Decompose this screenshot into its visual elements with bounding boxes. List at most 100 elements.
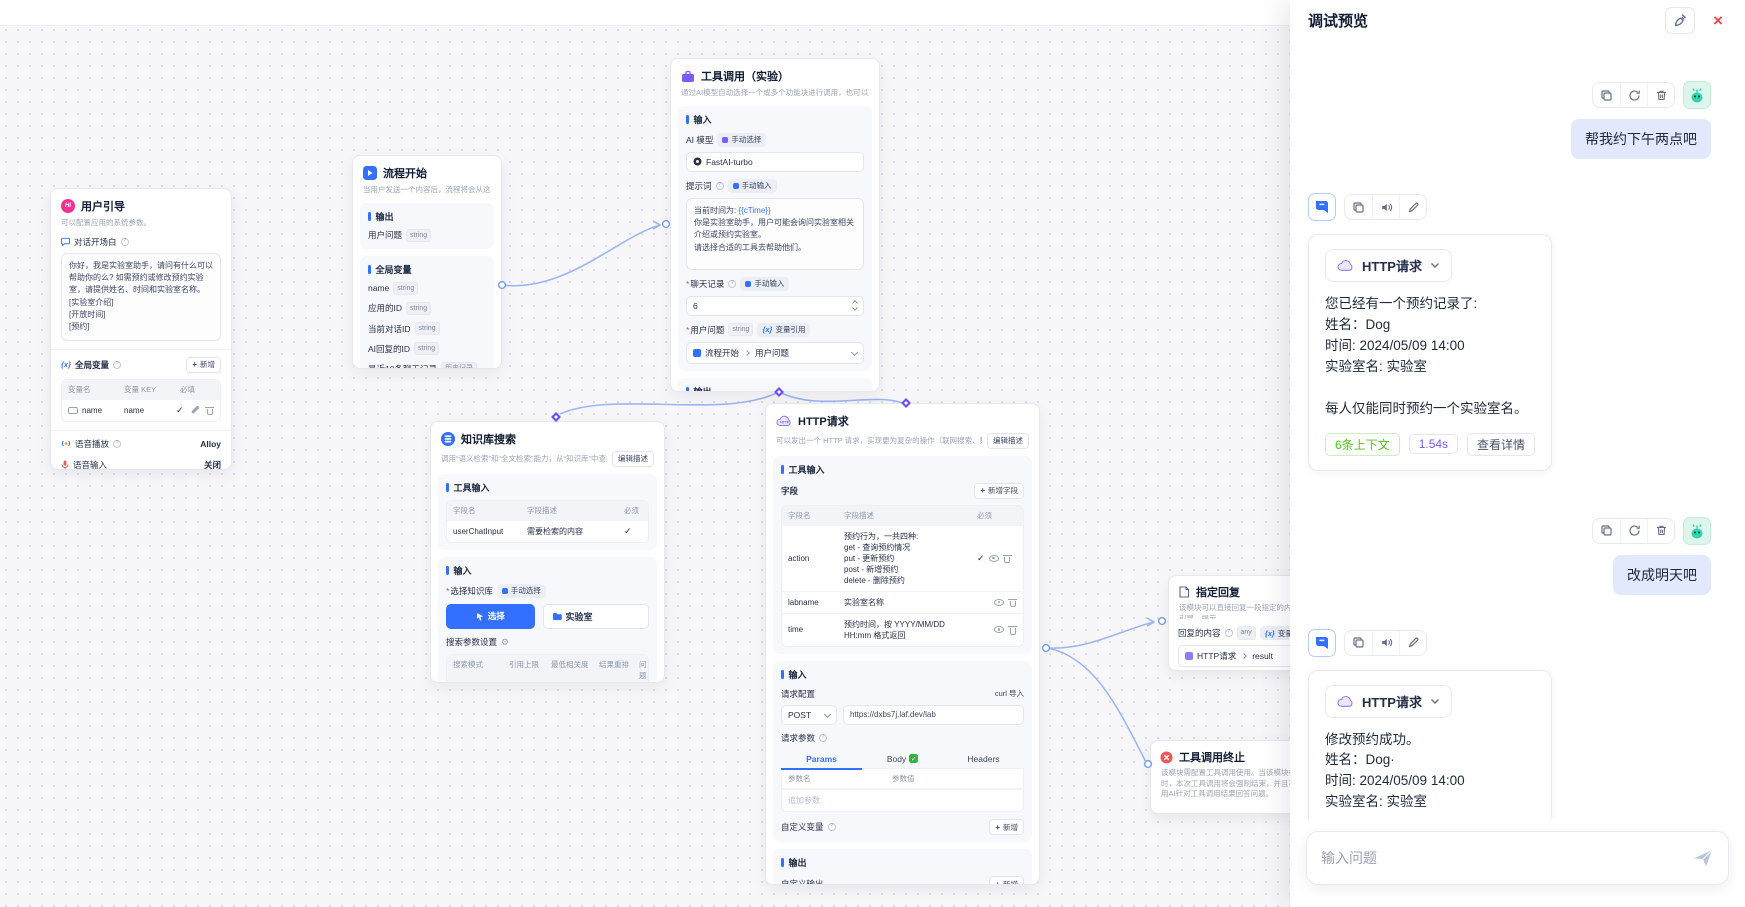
tts-play-button[interactable] bbox=[1372, 195, 1399, 219]
add-field-button[interactable]: 新增字段 bbox=[974, 483, 1024, 499]
edit-description-button[interactable]: 编辑描述 bbox=[987, 433, 1029, 449]
append-param-placeholder[interactable]: 追加参数 bbox=[782, 789, 1023, 811]
close-button[interactable] bbox=[1703, 7, 1733, 34]
user-message-bubble[interactable]: 帮我约下午两点吧 bbox=[1571, 119, 1711, 159]
delete-button[interactable] bbox=[1647, 519, 1674, 543]
node-tool-call[interactable]: 工具调用（实验） 通过AI模型自动选择一个或多个功能块进行调用，也可以对插件进行… bbox=[670, 58, 880, 392]
global-vars-row: {x} 全局变量 新增 bbox=[51, 357, 231, 373]
curl-import-button[interactable]: curl 导入 bbox=[995, 688, 1024, 699]
reply-content-label: 回复的内容 bbox=[1178, 627, 1221, 639]
input-type-icon bbox=[68, 407, 78, 414]
welcome-textarea[interactable]: 你好，我是实验室助手，请问有什么可以帮助你的么? 如需预约或修改预约实验室，请提… bbox=[61, 253, 221, 341]
node-user-guide[interactable]: 用户引导 可以配置应用的系统参数。 对话开场白 你好，我是实验室助手，请问有什么… bbox=[50, 188, 232, 470]
tts-play-button[interactable] bbox=[1372, 631, 1399, 655]
help-icon[interactable] bbox=[728, 280, 736, 288]
method-select[interactable]: POST bbox=[781, 705, 837, 725]
http-cloud-icon: HTTP bbox=[776, 415, 792, 427]
copy-button[interactable] bbox=[1593, 83, 1620, 107]
user-message-bubble[interactable]: 改成明天吧 bbox=[1613, 555, 1711, 595]
chat-history[interactable]: 帮我约下午两点吧 HTTP请求 您已经有一个预约记录了: 姓名：Dog 时间: … bbox=[1290, 41, 1745, 819]
manual-select-badge: 手动选择 bbox=[497, 584, 546, 598]
ai-avatar-icon bbox=[1313, 198, 1331, 216]
copy-button[interactable] bbox=[1345, 195, 1372, 219]
clear-history-button[interactable] bbox=[1665, 7, 1695, 34]
table-row[interactable]: action 预约行为，一共四种: get - 查询预约情况 put - 更新预… bbox=[782, 525, 1023, 591]
input-label: 输入 bbox=[781, 668, 1024, 681]
fields-table: 字段名 字段描述 必须 userChatInput 需要检索的内容 ✓ bbox=[446, 500, 649, 543]
input-section: 输入 AI 模型 手动选择 FastAI-turbo 提示词 手动输入 当前时间… bbox=[678, 106, 872, 371]
select-dataset-button[interactable]: 选择 bbox=[446, 604, 535, 629]
model-value: FastAI-turbo bbox=[706, 157, 753, 167]
history-count-input[interactable]: 6 bbox=[686, 296, 864, 316]
custom-output-row: 自定义输出 新增 bbox=[781, 876, 1024, 885]
delete-icon[interactable] bbox=[205, 405, 214, 415]
add-custom-var-button[interactable]: 新增 bbox=[989, 819, 1024, 835]
help-icon[interactable] bbox=[819, 734, 827, 742]
sound-icon bbox=[1380, 636, 1393, 649]
delete-icon[interactable] bbox=[1003, 553, 1012, 563]
method-value: POST bbox=[788, 710, 811, 720]
pencil-icon bbox=[1407, 201, 1420, 214]
help-icon[interactable] bbox=[716, 182, 724, 190]
table-row[interactable]: time 预约时间，按 YYYY/MM/DD HH:mm 格式返回 bbox=[782, 613, 1023, 646]
eye-icon[interactable] bbox=[989, 555, 999, 562]
eye-icon[interactable] bbox=[994, 599, 1004, 606]
copy-button[interactable] bbox=[1593, 519, 1620, 543]
tool-input-label: 工具输入 bbox=[446, 481, 649, 494]
edit-icon[interactable] bbox=[192, 406, 201, 415]
edit-description-button[interactable]: 编辑描述 bbox=[612, 451, 654, 467]
delete-icon[interactable] bbox=[1008, 625, 1017, 635]
model-select[interactable]: FastAI-turbo bbox=[686, 152, 864, 172]
search-params-row[interactable]: 搜索参数设置 bbox=[446, 636, 649, 648]
question-source-select[interactable]: 流程开始 用户问题 bbox=[686, 342, 864, 364]
delete-icon[interactable] bbox=[1008, 597, 1017, 607]
edit-button[interactable] bbox=[1399, 631, 1426, 655]
tool-name: HTTP请求 bbox=[1362, 256, 1422, 275]
node-kb-search[interactable]: 知识库搜索 调用“语义检索”和“全文检索”能力，从“知识库”中查找实验室介绍和使… bbox=[430, 421, 665, 683]
ai-message-toolbar bbox=[1308, 193, 1711, 221]
add-output-button[interactable]: 新增 bbox=[989, 876, 1024, 885]
retry-button[interactable] bbox=[1620, 519, 1647, 543]
number-stepper[interactable] bbox=[853, 301, 857, 310]
chevron-right-icon bbox=[1241, 653, 1247, 659]
edit-button[interactable] bbox=[1399, 195, 1426, 219]
stop-icon bbox=[1160, 751, 1173, 764]
copy-button[interactable] bbox=[1345, 631, 1372, 655]
send-icon[interactable] bbox=[1692, 848, 1714, 868]
add-variable-button[interactable]: 新增 bbox=[186, 357, 221, 373]
table-row[interactable]: labname 实验室名称 bbox=[782, 591, 1023, 613]
variables-table: 变量名 变量 KEY 必填 name name ✓ bbox=[61, 379, 221, 422]
question-input[interactable] bbox=[1321, 850, 1682, 866]
prompt-textarea[interactable]: 当前时间为: {{cTime}} 你是实验室助手，用户可能会询问实验室相关介绍或… bbox=[686, 198, 864, 270]
history-label: 聊天记录 bbox=[686, 278, 724, 290]
dataset-chip[interactable]: 实验室 bbox=[543, 604, 650, 629]
http-cloud-icon bbox=[1337, 259, 1354, 272]
help-icon[interactable] bbox=[113, 361, 121, 369]
view-details-button[interactable]: 查看详情 bbox=[1467, 433, 1535, 456]
tab-headers[interactable]: Headers bbox=[943, 750, 1024, 769]
search-params-label: 搜索参数设置 bbox=[446, 636, 497, 648]
fields-label: 字段 bbox=[781, 485, 798, 497]
tool-call-pill[interactable]: HTTP请求 bbox=[1325, 685, 1452, 718]
tab-body[interactable]: Body bbox=[862, 750, 943, 769]
help-icon[interactable] bbox=[828, 823, 836, 831]
user-message-toolbar bbox=[1308, 517, 1711, 545]
table-row[interactable]: name name ✓ bbox=[62, 399, 220, 421]
tool-call-pill[interactable]: HTTP请求 bbox=[1325, 249, 1452, 282]
context-count-badge[interactable]: 6条上下文 bbox=[1325, 433, 1400, 456]
table-row[interactable]: userChatInput 需要检索的内容 ✓ bbox=[447, 520, 648, 542]
retry-button[interactable] bbox=[1620, 83, 1647, 107]
tab-params[interactable]: Params bbox=[781, 750, 862, 770]
url-input[interactable]: https://dxbs7j.laf.dev/lab bbox=[843, 705, 1024, 725]
help-icon[interactable] bbox=[1225, 629, 1233, 637]
tts-row[interactable]: 语音播放 Alloy bbox=[51, 438, 231, 450]
help-icon[interactable] bbox=[121, 238, 129, 246]
stt-row[interactable]: 语音输入 关闭 bbox=[51, 459, 231, 470]
node-flow-start[interactable]: 流程开始 当用户发送一个内容后，流程将会从这个模块开始执行。 输出 用户问题 s… bbox=[352, 155, 502, 369]
tool-input-label: 工具输入 bbox=[781, 463, 1024, 476]
gear-icon[interactable] bbox=[501, 637, 509, 647]
help-icon[interactable] bbox=[113, 440, 121, 448]
eye-icon[interactable] bbox=[994, 626, 1004, 633]
node-http-request[interactable]: HTTP HTTP请求 可以发出一个 HTTP 请求，实现更为复杂的操作（联网搜… bbox=[765, 403, 1040, 885]
delete-button[interactable] bbox=[1647, 83, 1674, 107]
